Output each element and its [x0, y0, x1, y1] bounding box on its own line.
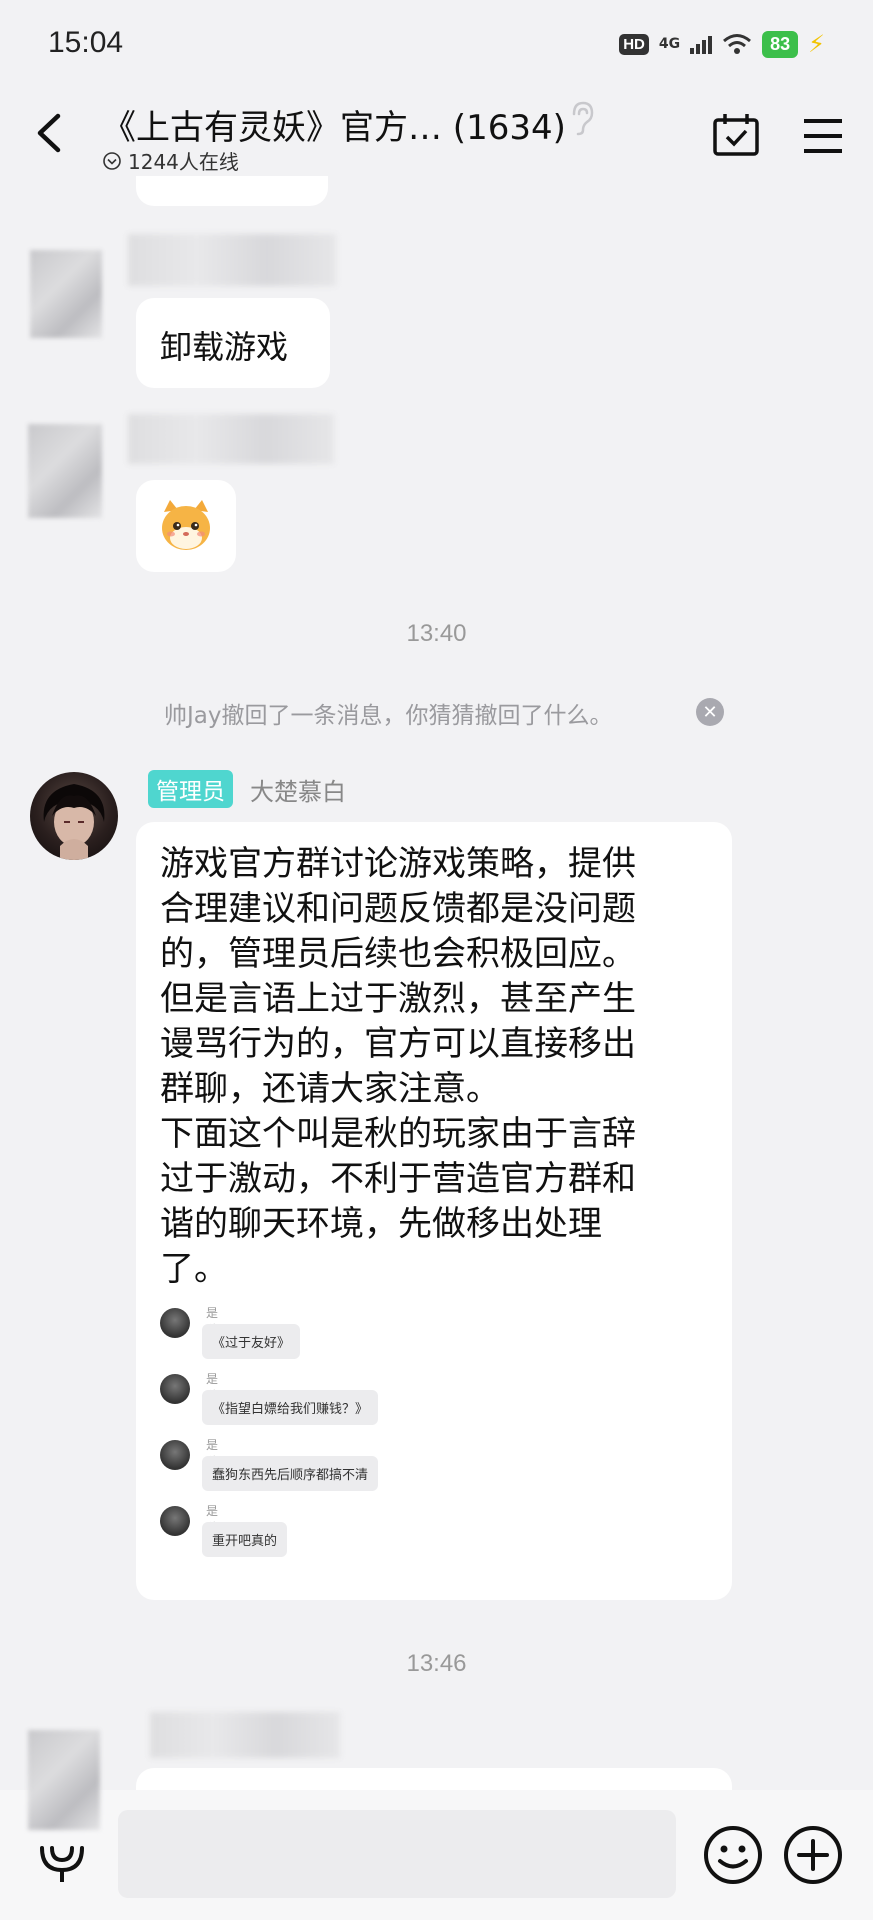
voice-icon[interactable]: [36, 1840, 88, 1886]
message-text: 《指望白嫖给我们赚钱？》: [202, 1390, 379, 1425]
sender-name: [150, 1712, 340, 1758]
charging-icon: ⚡: [808, 30, 825, 58]
admin-badge: 管理员: [148, 770, 233, 808]
wifi-icon: [723, 34, 752, 54]
plus-button[interactable]: [782, 1824, 844, 1886]
recall-notice: 帅Jay撤回了一条消息，你猜猜撤回了什么。: [164, 703, 613, 729]
cat-sticker-icon: [162, 500, 210, 550]
avatar-image: [43, 784, 105, 860]
message-bubble-partial[interactable]: [136, 176, 328, 206]
message-text: 卸载游戏: [160, 328, 289, 366]
chevron-circle-icon: [103, 151, 121, 170]
ear-icon[interactable]: [566, 100, 596, 136]
online-count[interactable]: 1244人在线: [102, 146, 239, 175]
admin-avatar[interactable]: [30, 772, 118, 860]
hd-icon: HD: [619, 33, 649, 55]
avatar[interactable]: [28, 1730, 100, 1830]
timestamp: 13:40: [406, 620, 467, 647]
group-title[interactable]: 《上古有灵妖》官方… (1634): [102, 100, 566, 149]
avatar: [160, 1374, 190, 1404]
status-time: 15:04: [48, 26, 124, 59]
admin-name[interactable]: 大楚慕白: [250, 772, 346, 807]
message-input[interactable]: [118, 1810, 676, 1898]
avatar: [160, 1506, 190, 1536]
announcement-text: 游戏官方群讨论游戏策略，提供 合理建议和问题反馈都是没问题 的，管理员后续也会积…: [160, 844, 636, 1289]
sender-name: [128, 234, 336, 286]
message-text: 重开吧真的: [202, 1522, 288, 1557]
avatar[interactable]: [30, 250, 102, 338]
network-label: 4G: [658, 36, 681, 52]
signal-icon: [690, 34, 713, 54]
avatar: [160, 1440, 190, 1470]
online-count-label: 1244人在线: [128, 150, 239, 174]
avatar: [160, 1308, 190, 1338]
sender-name: [128, 414, 334, 464]
emoji-button[interactable]: [702, 1824, 764, 1886]
close-icon[interactable]: ✕: [696, 698, 724, 726]
avatar[interactable]: [28, 424, 102, 518]
calendar-check-button[interactable]: [712, 112, 760, 158]
message-text: 《过于友好》: [202, 1324, 301, 1359]
back-button[interactable]: [30, 108, 70, 158]
battery-icon: 83: [762, 30, 799, 58]
message-text: 蠢狗东西先后顺序都搞不清: [202, 1456, 379, 1491]
menu-button[interactable]: [802, 116, 844, 156]
status-icons: HD 4G 83 ⚡: [619, 30, 825, 58]
timestamp: 13:46: [406, 1650, 467, 1677]
